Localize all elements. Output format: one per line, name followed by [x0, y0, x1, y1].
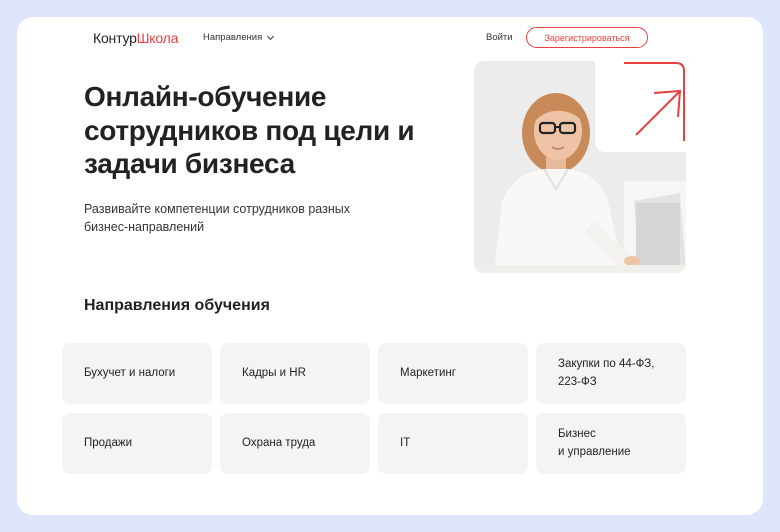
chevron-down-icon [267, 32, 275, 40]
logo-part-kontur: Контур [93, 30, 137, 46]
register-button[interactable]: Зарегистрироваться [526, 27, 648, 48]
direction-tile-hr[interactable]: Кадры и HR [220, 343, 370, 404]
logo-part-school: Школа [136, 30, 179, 46]
nav-directions-label: Направления [203, 32, 263, 43]
directions-section-title: Направления обучения [84, 297, 270, 314]
kontur-school-logo[interactable]: КонтурШкола [93, 30, 178, 46]
login-link[interactable]: Войти [486, 32, 513, 43]
arrow-graphic [594, 61, 686, 141]
direction-tile-sales[interactable]: Продажи [62, 413, 212, 474]
direction-tile-business-management[interactable]: Бизнес и управление [536, 413, 686, 474]
direction-tile-procurement[interactable]: Закупки по 44-ФЗ, 223-ФЗ [536, 343, 686, 404]
directions-grid: Бухучет и налоги Кадры и HR Маркетинг За… [62, 343, 686, 474]
direction-tile-labor-safety[interactable]: Охрана труда [220, 413, 370, 474]
nav-directions-dropdown[interactable]: Направления [203, 32, 275, 43]
direction-tile-accounting[interactable]: Бухучет и налоги [62, 343, 212, 404]
direction-tile-it[interactable]: IT [378, 413, 528, 474]
arrow-up-right-icon [624, 62, 685, 141]
hero-subtitle: Развивайте компетенции сотрудников разны… [84, 202, 350, 235]
hero-title: Онлайн-обучение сотрудников под цели и з… [84, 81, 415, 180]
direction-tile-marketing[interactable]: Маркетинг [378, 343, 528, 404]
main-card: КонтурШкола Направления Войти Зарегистри… [17, 17, 763, 515]
